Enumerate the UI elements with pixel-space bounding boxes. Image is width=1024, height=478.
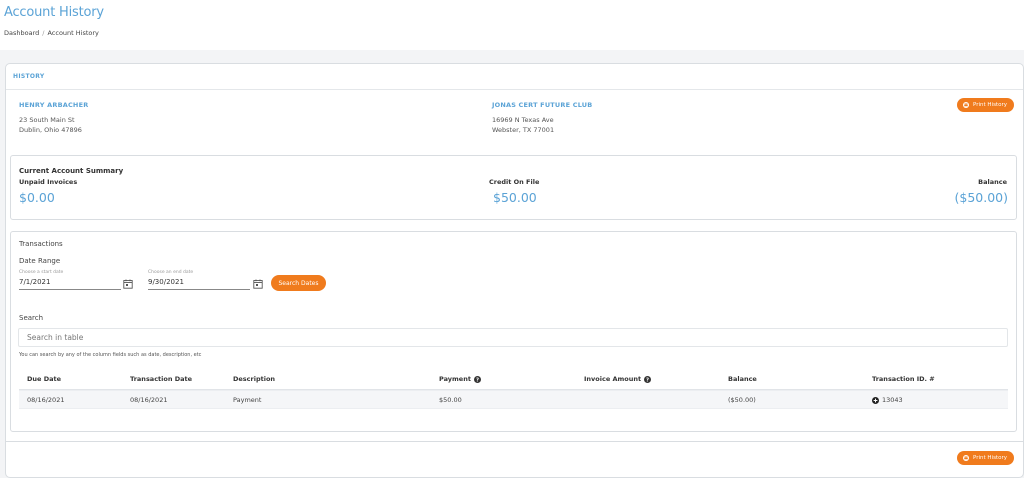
cell-due-date: 08/16/2021	[27, 396, 65, 404]
col-payment-label: Payment	[439, 375, 471, 383]
col-transaction-id[interactable]: Transaction ID. #	[872, 375, 935, 383]
unpaid-invoices-label: Unpaid Invoices	[19, 178, 78, 186]
col-balance[interactable]: Balance	[728, 375, 757, 383]
panel-footer-divider	[5, 441, 1024, 442]
col-payment[interactable]: Payment ?	[439, 375, 481, 383]
club-address-line2: Webster, TX 77001	[492, 126, 555, 134]
col-transaction-date[interactable]: Transaction Date	[130, 375, 192, 383]
page-title: Account History	[4, 5, 104, 20]
breadcrumb-current: Account History	[47, 29, 99, 37]
print-history-button-bottom[interactable]: Print History	[957, 451, 1014, 465]
cell-description: Payment	[233, 396, 262, 404]
col-description[interactable]: Description	[233, 375, 275, 383]
print-icon	[963, 455, 969, 461]
customer-name: HENRY ARBACHER	[19, 101, 89, 109]
breadcrumb-dashboard-link[interactable]: Dashboard	[4, 29, 39, 37]
print-history-button-top[interactable]: Print History	[957, 98, 1014, 112]
svg-text:?: ?	[646, 377, 649, 383]
balance-value: ($50.00)	[954, 190, 1009, 205]
search-help-text: You can search by any of the column fiel…	[19, 352, 202, 358]
question-circle-icon[interactable]: ?	[473, 375, 481, 383]
start-calendar-icon[interactable]	[123, 279, 133, 289]
question-circle-icon[interactable]: ?	[644, 375, 652, 383]
club-name: JONAS CERT FUTURE CLUB	[492, 101, 593, 109]
transactions-title: Transactions	[19, 240, 63, 248]
end-calendar-icon[interactable]	[253, 279, 263, 289]
search-label: Search	[19, 314, 44, 322]
col-invoice-amount-label: Invoice Amount	[584, 375, 642, 383]
breadcrumb: Dashboard / Account History	[4, 29, 99, 37]
col-due-date[interactable]: Due Date	[27, 375, 61, 383]
start-date-input[interactable]: 7/1/2021	[19, 278, 121, 290]
search-dates-button[interactable]: Search Dates	[271, 275, 326, 291]
cell-transaction-id: 13043	[872, 396, 903, 404]
account-summary-title: Current Account Summary	[19, 167, 124, 175]
cell-transaction-id-value: 13043	[882, 396, 903, 404]
account-summary-card: Current Account Summary Unpaid Invoices …	[10, 155, 1017, 220]
history-panel-header: HISTORY	[6, 64, 1023, 90]
customer-address-line1: 23 South Main St	[19, 116, 75, 124]
print-history-label: Print History	[973, 455, 1007, 461]
credit-on-file-label: Credit On File	[489, 178, 540, 186]
cell-balance: ($50.00)	[728, 396, 756, 404]
customer-address-line2: Dublin, Ohio 47896	[19, 126, 82, 134]
plus-circle-icon[interactable]	[872, 396, 879, 404]
unpaid-invoices-value: $0.00	[19, 190, 55, 205]
end-date-input[interactable]: 9/30/2021	[148, 278, 250, 290]
print-icon	[963, 102, 969, 108]
svg-text:?: ?	[476, 377, 479, 383]
breadcrumb-separator: /	[42, 29, 45, 37]
date-range-label: Date Range	[19, 257, 61, 265]
col-invoice-amount[interactable]: Invoice Amount ?	[584, 375, 652, 383]
print-history-label: Print History	[973, 102, 1007, 108]
balance-label: Balance	[978, 178, 1007, 186]
cell-payment: $50.00	[439, 396, 462, 404]
cell-transaction-date: 08/16/2021	[130, 396, 168, 404]
history-panel-title: HISTORY	[13, 73, 45, 80]
start-date-hint: Choose a start date	[19, 270, 64, 275]
search-input[interactable]	[18, 328, 1008, 347]
club-address-line1: 16969 N Texas Ave	[492, 116, 554, 124]
end-date-hint: Choose an end date	[148, 270, 194, 275]
credit-on-file-value: $50.00	[493, 190, 537, 205]
